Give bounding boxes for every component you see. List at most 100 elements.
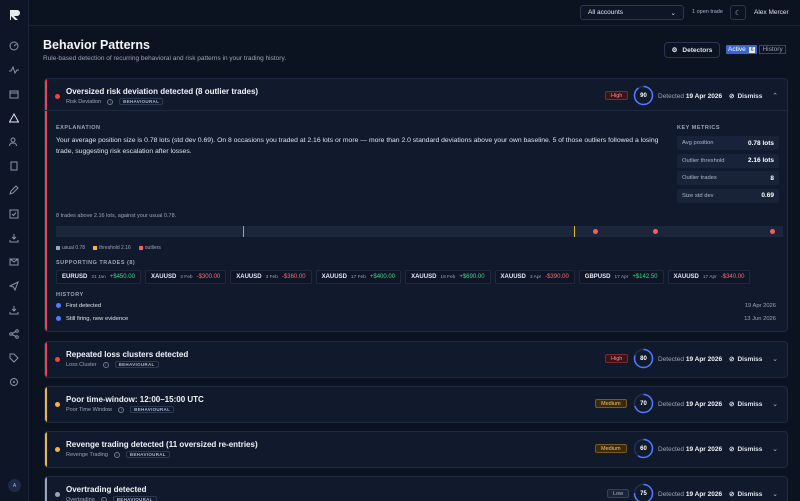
pattern-card[interactable]: Revenge trading detected (11 oversized r…: [44, 431, 788, 468]
card-title[interactable]: Revenge trading detected (11 oversized r…: [66, 440, 258, 449]
size-distribution-track: [56, 226, 783, 237]
import-icon[interactable]: [8, 232, 20, 244]
trade-date: 18 Feb: [440, 274, 456, 280]
app-logo[interactable]: [9, 9, 21, 21]
settings-icon[interactable]: [8, 376, 20, 388]
theme-toggle-button[interactable]: ☾: [730, 5, 746, 20]
info-icon[interactable]: i: [107, 98, 114, 105]
trade-chip[interactable]: EURUSD 21 Jan +$450.00: [56, 270, 141, 284]
detected-text: Detected 19 Apr 2026: [658, 401, 723, 408]
severity-dot: [55, 492, 60, 497]
severity-badge: Medium: [595, 444, 627, 453]
card-title[interactable]: Repeated loss clusters detected: [66, 350, 188, 359]
trade-chip[interactable]: GBPUSD 17 Apr +$142.50: [578, 270, 664, 284]
detected-text: Detected 19 Apr 2026: [658, 356, 723, 363]
supporting-trades-label: SUPPORTING TRADES (8): [56, 260, 136, 266]
info-icon[interactable]: i: [113, 451, 120, 458]
tag-icon[interactable]: [8, 352, 20, 364]
checklist-icon[interactable]: [8, 208, 20, 220]
dashboard-icon[interactable]: [8, 40, 20, 52]
avatar[interactable]: A: [8, 479, 21, 492]
active-count-badge: 6: [748, 46, 756, 53]
metric-row: Outlier trades 8: [677, 171, 779, 185]
dismiss-button[interactable]: ⊘ Dismiss: [729, 92, 762, 101]
users-icon[interactable]: [8, 136, 20, 148]
trade-date: 17 Apr: [614, 274, 629, 280]
detectors-button[interactable]: ⚙ Detectors: [664, 42, 720, 58]
trade-symbol: GBPUSD: [584, 274, 611, 280]
trade-pnl: -$390.00: [545, 274, 569, 280]
expand-chevron-icon[interactable]: ⌄: [771, 400, 779, 408]
outlier-dot[interactable]: [593, 229, 598, 234]
moon-icon: ☾: [734, 9, 742, 17]
mail-icon[interactable]: [8, 256, 20, 268]
trade-symbol: EURUSD: [62, 274, 88, 280]
trade-pnl: -$360.00: [281, 274, 306, 280]
warning-icon[interactable]: [0, 106, 29, 130]
dismiss-button[interactable]: ⊘ Dismiss: [729, 445, 762, 454]
gear-icon: ⚙: [671, 47, 678, 54]
tab-history[interactable]: History: [759, 45, 786, 54]
score-value: 70: [640, 400, 647, 407]
account-select[interactable]: All accounts ⌄: [580, 5, 684, 20]
history-event: Still firing, new evidence: [66, 315, 129, 322]
eye-off-icon: ⊘: [729, 491, 735, 498]
open-trade-count[interactable]: 1 open trade: [692, 9, 723, 15]
send-icon[interactable]: [8, 280, 20, 292]
trade-pnl: +$450.00: [109, 274, 135, 280]
journal-icon[interactable]: [8, 160, 20, 172]
tab-active-label: Active: [728, 46, 746, 53]
activity-icon[interactable]: [8, 64, 20, 76]
trade-date: 3 Apr: [529, 274, 542, 280]
score-value: 75: [640, 490, 647, 497]
card-title[interactable]: Poor time-window: 12:00–15:00 UTC: [66, 395, 204, 404]
share-icon[interactable]: [8, 328, 20, 340]
trade-pnl: -$300.00: [196, 274, 221, 280]
trade-chip[interactable]: XAUUSD 17 Feb +$400.00: [315, 270, 402, 284]
explanation-text: Your average position size is 0.78 lots …: [56, 137, 659, 155]
pattern-card[interactable]: Poor time-window: 12:00–15:00 UTC Poor T…: [44, 386, 788, 423]
info-icon[interactable]: i: [118, 406, 125, 413]
eye-off-icon: ⊘: [729, 356, 735, 363]
legend-threshold: threshold 2.16: [93, 245, 131, 251]
expand-chevron-icon[interactable]: ⌄: [771, 355, 779, 363]
download-icon[interactable]: [8, 304, 20, 316]
trade-date: 3 Feb: [265, 274, 278, 280]
dismiss-button[interactable]: ⊘ Dismiss: [729, 400, 762, 409]
detected-text: Detected 19 Apr 2026: [658, 491, 723, 498]
trade-chip[interactable]: XAUUSD 3 Feb -$300.00: [144, 270, 227, 284]
legend-usual: usual 0.78: [56, 245, 85, 251]
info-icon[interactable]: i: [102, 361, 109, 368]
expand-chevron-icon[interactable]: ⌄: [771, 445, 779, 453]
explanation-label: EXPLANATION: [56, 125, 101, 131]
trade-chip[interactable]: XAUUSD 18 Feb +$690.00: [405, 270, 491, 284]
pattern-card[interactable]: Repeated loss clusters detected Loss Clu…: [44, 341, 788, 378]
dismiss-button[interactable]: ⊘ Dismiss: [729, 355, 762, 364]
severity-stripe: [45, 432, 47, 467]
card-meta: Risk Deviation i BEHAVIOURAL: [66, 98, 164, 105]
tab-active[interactable]: Active 6: [726, 45, 758, 54]
history-item: First detected 19 Apr 2026: [56, 303, 776, 309]
card-title[interactable]: Overtrading detected: [66, 485, 146, 494]
user-name[interactable]: Alex Mercer: [754, 9, 789, 16]
card-title[interactable]: Oversized risk deviation detected (8 out…: [66, 87, 258, 96]
history-item: Still firing, new evidence 13 Jun 2026: [56, 315, 776, 322]
trade-chip[interactable]: XAUUSD 17 Apr -$340.00: [667, 270, 751, 284]
trade-chip[interactable]: XAUUSD 3 Apr -$390.00: [494, 270, 575, 284]
trade-symbol: XAUUSD: [236, 274, 262, 280]
metric-key: Outlier trades: [682, 175, 717, 181]
pen-icon[interactable]: [8, 184, 20, 196]
card-category: Risk Deviation: [66, 98, 102, 105]
expand-chevron-icon[interactable]: ⌄: [771, 490, 779, 498]
calendar-icon[interactable]: [8, 88, 20, 100]
outlier-dot[interactable]: [653, 229, 658, 234]
info-icon[interactable]: i: [100, 496, 107, 501]
trade-date: 3 Feb: [180, 274, 193, 280]
collapse-chevron-icon[interactable]: ⌃: [771, 92, 779, 100]
trade-symbol: XAUUSD: [150, 274, 177, 280]
pattern-card[interactable]: Overtrading detected Overtrading i BEHAV…: [44, 476, 788, 501]
history-label: HISTORY: [56, 292, 84, 298]
dismiss-button[interactable]: ⊘ Dismiss: [729, 490, 762, 499]
outlier-dot[interactable]: [770, 229, 775, 234]
trade-chip[interactable]: XAUUSD 3 Feb -$360.00: [230, 270, 312, 284]
